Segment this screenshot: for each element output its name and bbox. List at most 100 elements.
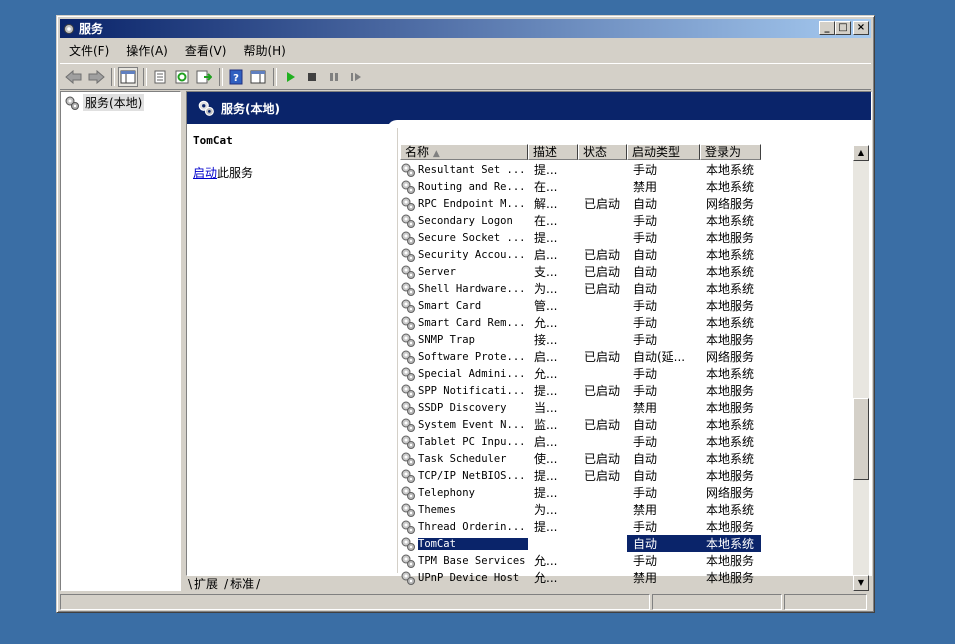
service-row[interactable]: TPM Base Services 允... 手动 本地服务 — [400, 552, 855, 569]
export-list-button[interactable] — [194, 67, 214, 87]
menu-bar: 文件(F) 操作(A) 查看(V) 帮助(H) — [60, 40, 871, 60]
properties-button[interactable] — [150, 67, 170, 87]
service-row[interactable]: Smart Card 管... 手动 本地服务 — [400, 297, 855, 314]
service-description: 使... — [534, 452, 558, 466]
service-name-cell: Smart Card Rem... — [400, 315, 528, 331]
maximize-button[interactable]: □ — [835, 21, 851, 35]
scroll-thumb[interactable] — [853, 398, 869, 480]
service-description: 提... — [534, 384, 558, 398]
service-row[interactable]: UPnP Device Host 允... 禁用 本地服务 — [400, 569, 855, 585]
service-logon-as: 网络服务 — [706, 486, 755, 500]
forward-button[interactable] — [86, 67, 106, 87]
pane-header-title: 服务(本地) — [221, 101, 280, 116]
service-logon-as: 网络服务 — [706, 350, 755, 364]
title-bar[interactable]: 服务 _ □ × — [60, 19, 871, 38]
status-segment — [784, 594, 867, 610]
scroll-down-button[interactable]: ▼ — [853, 575, 869, 591]
service-name: RPC Endpoint M... — [418, 197, 526, 210]
service-row[interactable]: Tablet PC Inpu... 启... 手动 本地系统 — [400, 433, 855, 450]
service-row[interactable]: Security Accou... 启... 已启动 自动 本地系统 — [400, 246, 855, 263]
back-button[interactable] — [64, 67, 84, 87]
service-description: 支... — [534, 265, 558, 279]
service-row[interactable]: SSDP Discovery 当... 禁用 本地服务 — [400, 399, 855, 416]
service-description: 提... — [534, 163, 558, 177]
service-name-cell: Tablet PC Inpu... — [400, 434, 528, 450]
service-name-cell: SSDP Discovery — [400, 400, 528, 416]
services-gear-icon — [198, 100, 214, 116]
close-button[interactable]: × — [853, 21, 869, 35]
refresh-button[interactable] — [172, 67, 192, 87]
service-row[interactable]: TomCat 自动 本地系统 — [400, 535, 855, 552]
service-row[interactable]: SPP Notificati... 提... 已启动 手动 本地服务 — [400, 382, 855, 399]
service-gear-icon — [401, 486, 415, 500]
service-row[interactable]: RPC Endpoint M... 解... 已启动 自动 网络服务 — [400, 195, 855, 212]
service-row[interactable]: Smart Card Rem... 允... 手动 本地系统 — [400, 314, 855, 331]
services-gear-icon — [65, 96, 79, 110]
toolbar-separator — [273, 67, 277, 86]
service-name: Smart Card — [418, 299, 482, 312]
service-status: 已启动 — [584, 265, 621, 279]
service-row[interactable]: Task Scheduler 使... 已启动 自动 本地系统 — [400, 450, 855, 467]
service-gear-icon — [401, 231, 415, 245]
service-logon-as: 本地系统 — [706, 452, 755, 466]
service-status: 已启动 — [584, 452, 621, 466]
service-row[interactable]: TCP/IP NetBIOS... 提... 已启动 自动 本地服务 — [400, 467, 855, 484]
list-body: Resultant Set ... 提... 手动 本地系统 Routing and R… — [400, 161, 855, 585]
menu-help[interactable]: 帮助(H) — [234, 42, 293, 59]
properties-icon — [154, 70, 166, 83]
service-row[interactable]: Thread Orderin... 提... 手动 本地服务 — [400, 518, 855, 535]
service-name: Tablet PC Inpu... — [418, 435, 526, 448]
service-name: Secure Socket ... — [418, 231, 526, 244]
show-hide-tree-button[interactable] — [118, 66, 138, 87]
tree-item-services-local[interactable]: 服务(本地) — [64, 94, 145, 111]
service-row[interactable]: SNMP Trap 接... 手动 本地服务 — [400, 331, 855, 348]
help-button[interactable]: ? — [226, 67, 246, 87]
services-window: 服务 _ □ × 文件(F) 操作(A) 查看(V) 帮助(H) ? 服务(本地… — [56, 15, 875, 613]
service-name-cell: SNMP Trap — [400, 332, 528, 348]
column-header-status[interactable]: 状态 — [578, 144, 627, 160]
service-startup-type: 手动 — [633, 214, 658, 228]
scroll-up-button[interactable]: ▲ — [853, 145, 869, 161]
service-name-cell: Secure Socket ... — [400, 230, 528, 246]
column-header-name[interactable]: 名称 ▲ — [400, 144, 528, 160]
service-name: UPnP Device Host — [418, 571, 520, 584]
service-row[interactable]: System Event N... 监... 已启动 自动 本地系统 — [400, 416, 855, 433]
service-name: Secondary Logon — [418, 214, 513, 227]
service-name: Telephony — [418, 486, 475, 499]
service-name: Software Prote... — [418, 350, 526, 363]
service-row[interactable]: Software Prote... 启... 已启动 自动(延... 网络服务 — [400, 348, 855, 365]
service-row[interactable]: Resultant Set ... 提... 手动 本地系统 — [400, 161, 855, 178]
start-service-button[interactable] — [280, 67, 300, 87]
service-row[interactable]: Secondary Logon 在... 手动 本地系统 — [400, 212, 855, 229]
service-logon-as: 本地服务 — [706, 571, 755, 585]
service-startup-type: 自动 — [627, 535, 700, 552]
service-gear-icon — [401, 537, 415, 551]
tab-standard[interactable]: / 标准 / — [222, 575, 262, 592]
service-row[interactable]: Shell Hardware... 为... 已启动 自动 本地系统 — [400, 280, 855, 297]
show-hide-action-pane-button[interactable] — [248, 67, 268, 87]
minimize-button[interactable]: _ — [819, 21, 835, 35]
service-row[interactable]: Themes 为... 禁用 本地系统 — [400, 501, 855, 518]
tab-extended[interactable]: \ 扩展 — [186, 575, 222, 592]
vertical-scrollbar[interactable]: ▲ ▼ — [853, 145, 869, 591]
column-header-logon-as[interactable]: 登录为 — [700, 144, 761, 160]
column-header-startup-type[interactable]: 启动类型 — [627, 144, 700, 160]
column-header-description[interactable]: 描述 — [528, 144, 578, 160]
stop-service-button[interactable] — [302, 67, 322, 87]
restart-service-button[interactable] — [346, 67, 366, 87]
start-service-link-line: 启动此服务 — [193, 164, 253, 181]
services-gear-icon — [64, 23, 74, 34]
service-name-cell: Smart Card — [400, 298, 528, 314]
menu-view[interactable]: 查看(V) — [176, 42, 235, 59]
start-service-link[interactable]: 启动 — [193, 166, 217, 180]
menu-file[interactable]: 文件(F) — [60, 42, 117, 59]
pause-service-button[interactable] — [324, 67, 344, 87]
menu-action[interactable]: 操作(A) — [117, 42, 176, 59]
service-name-cell: Special Admini... — [400, 366, 528, 382]
service-row[interactable]: Server 支... 已启动 自动 本地系统 — [400, 263, 855, 280]
service-row[interactable]: Routing and Re... 在... 禁用 本地系统 — [400, 178, 855, 195]
service-startup-type: 自动(延... — [633, 350, 686, 364]
service-row[interactable]: Special Admini... 允... 手动 本地系统 — [400, 365, 855, 382]
service-row[interactable]: Telephony 提... 手动 网络服务 — [400, 484, 855, 501]
service-row[interactable]: Secure Socket ... 提... 手动 本地服务 — [400, 229, 855, 246]
